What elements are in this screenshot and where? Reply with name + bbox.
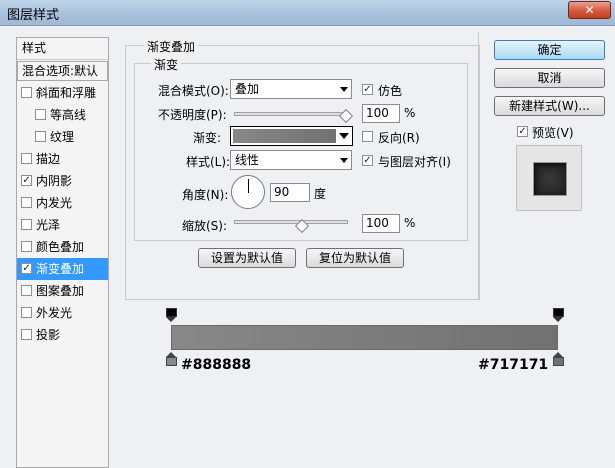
chevron-down-icon <box>340 158 348 163</box>
list-item[interactable]: 图案叠加 <box>17 280 108 302</box>
list-item[interactable]: 光泽 <box>17 214 108 236</box>
scale-label: 缩放(S): <box>182 219 228 233</box>
scale-slider[interactable] <box>234 220 348 224</box>
left-color-label: #888888 <box>181 357 252 373</box>
panel-divider <box>478 32 479 300</box>
stop-top-left[interactable] <box>166 308 177 322</box>
right-color-label: #717171 <box>478 357 549 373</box>
stop-top-right[interactable] <box>553 308 564 322</box>
opacity-unit: % <box>404 106 416 120</box>
list-item-checkbox[interactable] <box>21 197 32 208</box>
list-item-checkbox[interactable] <box>21 329 32 340</box>
scale-input[interactable]: 100 <box>362 214 400 233</box>
blend-mode-label: 混合模式(O): <box>158 84 229 98</box>
list-item[interactable]: 描边 <box>17 148 108 170</box>
gradient-preview[interactable] <box>233 129 336 143</box>
list-item-checkbox[interactable] <box>35 109 46 120</box>
list-item-label: 等高线 <box>50 108 87 122</box>
preview-checkbox[interactable]: ✓ <box>517 126 528 137</box>
reverse-checkbox[interactable] <box>362 131 373 142</box>
new-style-button[interactable]: 新建样式(W)... <box>494 96 605 116</box>
gradient-overlay-legend: 渐变叠加 <box>144 38 199 55</box>
list-item-label: 图案叠加 <box>36 284 85 298</box>
opacity-label: 不透明度(P): <box>158 108 227 122</box>
opacity-slider[interactable] <box>234 112 348 116</box>
styles-header: 样式 <box>17 38 108 60</box>
list-item-label: 渐变叠加 <box>36 262 85 276</box>
list-item-checkbox[interactable] <box>21 285 32 296</box>
window-title: 图层样式 <box>7 8 60 23</box>
close-button[interactable]: ✕ <box>568 1 611 19</box>
dither-label: 仿色 <box>378 84 403 98</box>
angle-input[interactable]: 90 <box>270 183 310 202</box>
style-select[interactable]: 线性 <box>230 150 352 170</box>
style-preview-swatch <box>533 162 567 196</box>
list-item-label: 描边 <box>36 152 61 166</box>
align-layer-label: 与图层对齐(I) <box>378 155 451 169</box>
reverse-label: 反向(R) <box>378 131 420 145</box>
opacity-input[interactable]: 100 <box>362 104 400 123</box>
list-item-checkbox[interactable] <box>35 131 46 142</box>
list-item-label: 投影 <box>36 328 61 342</box>
angle-unit: 度 <box>314 187 327 201</box>
dither-checkbox[interactable]: ✓ <box>362 84 373 95</box>
blend-mode-value: 叠加 <box>235 82 260 96</box>
chevron-down-icon <box>340 87 348 92</box>
set-default-button[interactable]: 设置为默认值 <box>198 248 296 268</box>
list-item[interactable]: 内发光 <box>17 192 108 214</box>
reset-default-button[interactable]: 复位为默认值 <box>306 248 404 268</box>
list-item-checkbox[interactable] <box>21 153 32 164</box>
title-bar: 图层样式 ✕ <box>0 0 615 26</box>
ok-button[interactable]: 确定 <box>494 40 605 60</box>
list-item[interactable]: 斜面和浮雕 <box>17 82 108 104</box>
stop-bottom-right[interactable] <box>553 352 564 366</box>
list-item-checkbox[interactable] <box>21 219 32 230</box>
style-label: 样式(L): <box>186 155 231 169</box>
list-item-label: 纹理 <box>50 130 75 144</box>
style-value: 线性 <box>235 153 260 167</box>
gradient-label: 渐变: <box>193 131 222 145</box>
list-item-checkbox[interactable] <box>21 307 32 318</box>
list-item-checkbox[interactable]: ✓ <box>21 263 32 274</box>
list-item[interactable]: 颜色叠加 <box>17 236 108 258</box>
gradient-subgroup-legend: 渐变 <box>151 56 182 73</box>
blend-options-item[interactable]: 混合选项:默认 <box>17 61 108 81</box>
angle-dial[interactable] <box>231 175 265 209</box>
gradient-bar[interactable] <box>171 325 558 350</box>
list-item[interactable]: ✓ 渐变叠加 <box>17 258 108 280</box>
cancel-button[interactable]: 取消 <box>494 68 605 88</box>
list-item-checkbox[interactable] <box>21 87 32 98</box>
list-item[interactable]: 等高线 <box>17 104 108 126</box>
blend-mode-select[interactable]: 叠加 <box>230 79 352 99</box>
list-item-label: 内发光 <box>36 196 73 210</box>
preview-label: 预览(V) <box>532 126 574 140</box>
list-item[interactable]: 外发光 <box>17 302 108 324</box>
gradient-picker[interactable] <box>230 126 353 146</box>
list-item[interactable]: 纹理 <box>17 126 108 148</box>
list-item-checkbox[interactable] <box>21 241 32 252</box>
list-item[interactable]: ✓ 内阴影 <box>17 170 108 192</box>
list-item-label: 外发光 <box>36 306 73 320</box>
styles-list: 样式 混合选项:默认 斜面和浮雕等高线纹理描边 ✓ 内阴影内发光光泽颜色叠加 ✓ 渐变叠… <box>16 37 109 468</box>
list-item-checkbox[interactable]: ✓ <box>21 175 32 186</box>
list-item[interactable]: 投影 <box>17 324 108 346</box>
chevron-down-icon[interactable] <box>339 133 349 139</box>
align-layer-checkbox[interactable]: ✓ <box>362 155 373 166</box>
close-icon: ✕ <box>584 3 595 17</box>
list-item-label: 光泽 <box>36 218 61 232</box>
stop-bottom-left[interactable] <box>166 352 177 366</box>
style-preview-box <box>516 145 582 211</box>
angle-label: 角度(N): <box>182 188 229 202</box>
list-item-label: 斜面和浮雕 <box>36 86 97 100</box>
angle-dial-needle <box>248 179 249 193</box>
list-item-label: 颜色叠加 <box>36 240 85 254</box>
list-item-label: 内阴影 <box>36 174 73 188</box>
scale-unit: % <box>404 216 416 230</box>
